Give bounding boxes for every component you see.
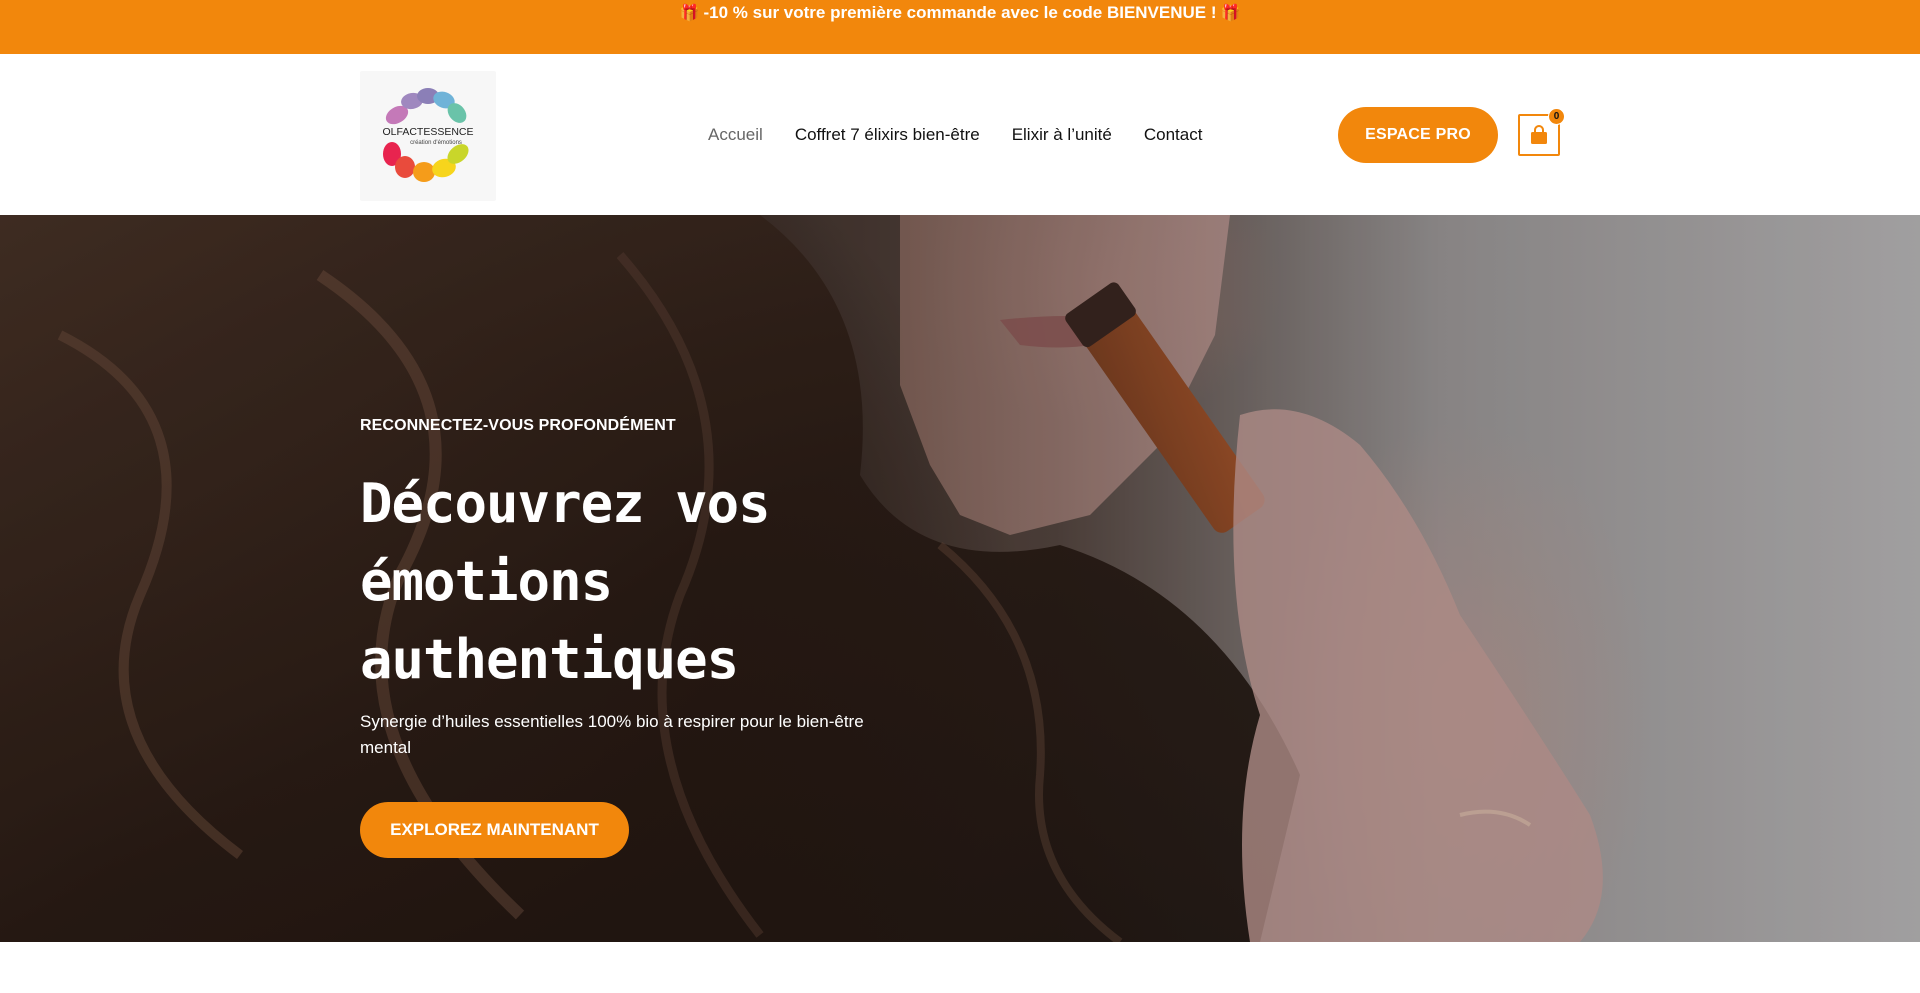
- cart-button[interactable]: 0: [1518, 108, 1565, 156]
- hero-eyebrow: RECONNECTEZ-VOUS PROFONDÉMENT: [360, 417, 676, 434]
- hero-background-image: [0, 215, 1920, 942]
- hero-banner: RECONNECTEZ-VOUS PROFONDÉMENT Découvrez …: [0, 215, 1920, 942]
- cart-count-badge: 0: [1548, 108, 1565, 125]
- explore-now-button[interactable]: EXPLOREZ MAINTENANT: [360, 802, 629, 858]
- logo-tagline-text: création d'émotions: [410, 140, 462, 146]
- nav-item-accueil[interactable]: Accueil: [708, 125, 763, 145]
- hero-title-line: émotions: [360, 550, 613, 613]
- gift-icon: 🎁: [679, 5, 700, 22]
- shopping-bag-icon: [1531, 125, 1547, 144]
- site-header: OLFACTESSENCE création d'émotions Accuei…: [0, 54, 1920, 215]
- hero-title-line: Découvrez vos: [360, 472, 771, 535]
- hero-subtitle: Synergie d’huiles essentielles 100% bio …: [360, 712, 864, 757]
- main-nav: Accueil Coffret 7 élixirs bien-être Elix…: [708, 125, 1202, 145]
- hero-title-line: authentiques: [360, 628, 739, 691]
- nav-item-elixir[interactable]: Elixir à l’unité: [1012, 125, 1112, 145]
- espace-pro-button[interactable]: ESPACE PRO: [1338, 107, 1498, 163]
- promo-banner: 🎁 -10 % sur votre première commande avec…: [0, 0, 1920, 54]
- site-logo[interactable]: OLFACTESSENCE création d'émotions: [360, 71, 496, 201]
- logo-brand-text: OLFACTESSENCE: [382, 126, 473, 138]
- nav-item-coffret[interactable]: Coffret 7 élixirs bien-être: [795, 125, 980, 145]
- nav-item-contact[interactable]: Contact: [1144, 125, 1203, 145]
- hero-title: Découvrez vos émotions authentiques: [360, 465, 880, 699]
- logo-flower-icon: OLFACTESSENCE création d'émotions: [382, 88, 474, 182]
- promo-text: -10 % sur votre première commande avec l…: [703, 3, 1217, 22]
- gift-icon: 🎁: [1220, 5, 1241, 22]
